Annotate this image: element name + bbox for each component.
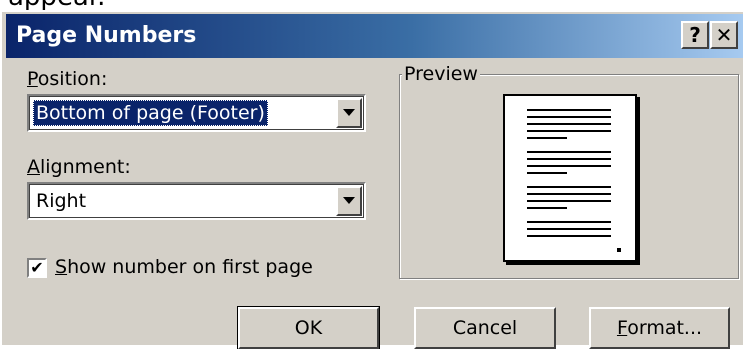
format-button[interactable]: Format... bbox=[589, 307, 730, 349]
preview-page-icon bbox=[503, 94, 637, 262]
cancel-button[interactable]: Cancel bbox=[414, 307, 556, 349]
ok-button[interactable]: OK bbox=[237, 306, 380, 349]
position-selected-value: Bottom of page (Footer) bbox=[33, 100, 268, 126]
help-button[interactable]: ? bbox=[681, 21, 709, 49]
page-numbers-dialog: Page Numbers ? ✕ Position: Bottom of pag… bbox=[0, 10, 743, 349]
preview-group: Preview bbox=[399, 62, 739, 279]
alignment-selected-value: Right bbox=[36, 190, 87, 212]
show-number-first-page-checkbox[interactable]: ✔ bbox=[27, 258, 47, 278]
alignment-dropdown-arrow-icon[interactable] bbox=[336, 186, 362, 216]
close-button[interactable]: ✕ bbox=[710, 21, 738, 49]
page-number-marker bbox=[617, 248, 621, 252]
alignment-label: Alignment: bbox=[27, 156, 131, 178]
position-dropdown[interactable]: Bottom of page (Footer) bbox=[27, 94, 366, 132]
alignment-dropdown[interactable]: Right bbox=[27, 182, 366, 220]
show-number-first-page-label[interactable]: Show number on first page bbox=[55, 256, 313, 278]
position-dropdown-arrow-icon[interactable] bbox=[336, 98, 362, 128]
position-label: Position: bbox=[27, 68, 108, 90]
window-title: Page Numbers bbox=[16, 23, 197, 48]
preview-legend: Preview bbox=[402, 62, 480, 86]
title-bar[interactable]: Page Numbers ? ✕ bbox=[6, 14, 743, 58]
